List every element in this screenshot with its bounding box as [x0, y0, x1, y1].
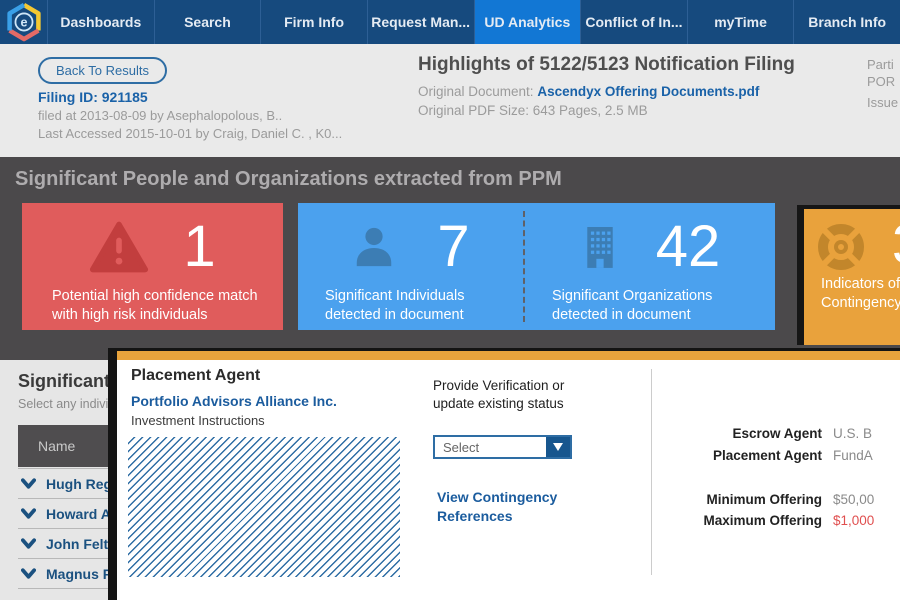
- tab-request-management[interactable]: Request Man...: [368, 0, 475, 44]
- card-top: 7: [298, 209, 523, 285]
- person-icon: [351, 224, 397, 270]
- band-title: Significant People and Organizations ext…: [15, 168, 562, 191]
- right-label-fragment: Issue: [867, 95, 898, 110]
- company-name-link[interactable]: Portfolio Advisors Alliance Inc.: [131, 393, 337, 409]
- filed-at-line: filed at 2013-08-09 by Asephalopolous, B…: [38, 108, 282, 123]
- select-arrow-button[interactable]: [546, 437, 570, 457]
- individuals-count: 7: [437, 218, 469, 276]
- view-contingency-references-link[interactable]: View Contingency References: [437, 488, 607, 526]
- original-document-line: Original Document: Ascendyx Offering Doc…: [418, 84, 759, 99]
- tab-dashboards[interactable]: Dashboards: [48, 0, 155, 44]
- tab-mytime[interactable]: myTime: [688, 0, 795, 44]
- pdf-size-line: Original PDF Size: 643 Pages, 2.5 MB: [418, 103, 648, 118]
- original-document-label: Original Document:: [418, 84, 534, 99]
- detail-value: FundA: [833, 448, 873, 463]
- chevron-down-icon[interactable]: [21, 478, 36, 489]
- card-top: 1: [22, 209, 283, 285]
- modal-title: Placement Agent: [131, 367, 260, 385]
- card-caption: Significant Organizations detected in do…: [552, 287, 775, 325]
- detail-value: $50,00: [833, 492, 874, 507]
- last-accessed-line: Last Accessed 2015-10-01 by Craig, Danie…: [38, 126, 342, 141]
- tab-search[interactable]: Search: [155, 0, 262, 44]
- detail-label: Escrow Agent: [622, 426, 822, 441]
- right-label-fragment: POR: [867, 74, 895, 89]
- tab-firm-info[interactable]: Firm Info: [261, 0, 368, 44]
- tab-label: UD Analytics: [484, 14, 570, 30]
- status-select-value: Select: [435, 437, 546, 457]
- tab-branch-info[interactable]: Branch Info: [794, 0, 900, 44]
- logo-letter: e: [20, 16, 27, 30]
- detail-label: Placement Agent: [622, 448, 822, 463]
- filing-header: Back To Results Filing ID: 921185 filed …: [0, 44, 900, 157]
- warning-triangle-icon: [89, 220, 149, 274]
- tab-ud-analytics[interactable]: UD Analytics: [475, 0, 582, 44]
- detail-row: Placement Agent FundA: [622, 448, 900, 463]
- card-caption: Potential high confidence match with hig…: [52, 287, 283, 325]
- person-name: John Feltn: [46, 536, 117, 552]
- detail-row: Maximum Offering $1,000: [622, 513, 900, 528]
- top-navbar: e Dashboards Search Firm Info Request Ma…: [0, 0, 900, 44]
- detail-row: Minimum Offering $50,00: [622, 492, 900, 507]
- tab-label: Request Man...: [371, 14, 470, 30]
- chevron-down-icon[interactable]: [21, 508, 36, 519]
- modal-divider: [651, 369, 652, 575]
- extraction-summary-band: Significant People and Organizations ext…: [0, 157, 900, 360]
- card-top: 42: [525, 209, 775, 285]
- caret-down-icon: [553, 443, 563, 451]
- tab-label: Search: [184, 14, 231, 30]
- card-caption: Indicators of Contingency: [821, 275, 900, 313]
- contingency-indicators-card[interactable]: 3 Indicators of Contingency: [797, 205, 900, 345]
- tab-conflict-of-interest[interactable]: Conflict of In...: [581, 0, 688, 44]
- building-icon: [580, 224, 620, 270]
- page-title: Highlights of 5122/5123 Notification Fil…: [418, 54, 795, 76]
- modal-accent-strip: [117, 351, 900, 360]
- tab-label: Dashboards: [60, 14, 141, 30]
- tab-label: Branch Info: [808, 14, 886, 30]
- back-to-results-button[interactable]: Back To Results: [38, 57, 167, 84]
- significant-individuals-card[interactable]: 7 Significant Individuals detected in do…: [298, 203, 523, 330]
- app-screen: e Dashboards Search Firm Info Request Ma…: [0, 0, 900, 600]
- high-risk-match-card[interactable]: 1 Potential high confidence match with h…: [22, 203, 283, 330]
- card-caption: Significant Individuals detected in docu…: [325, 287, 523, 325]
- significant-organizations-card[interactable]: 42 Significant Organizations detected in…: [525, 203, 775, 330]
- detail-value-alert: $1,000: [833, 513, 874, 528]
- filing-id: Filing ID: 921185: [38, 89, 148, 105]
- chevron-down-icon[interactable]: [21, 568, 36, 579]
- name-column-label: Name: [38, 438, 75, 454]
- detail-label: Minimum Offering: [622, 492, 822, 507]
- detail-row: Escrow Agent U.S. B: [622, 426, 900, 441]
- panel-subheading: Select any individ: [18, 397, 115, 411]
- status-select[interactable]: Select: [433, 435, 572, 459]
- tab-label: Conflict of In...: [585, 14, 682, 30]
- detail-label: Maximum Offering: [622, 513, 822, 528]
- original-document-link[interactable]: Ascendyx Offering Documents.pdf: [537, 84, 759, 99]
- detail-value: U.S. B: [833, 426, 872, 441]
- tab-label: Firm Info: [284, 14, 344, 30]
- panel-heading: Significant: [18, 371, 110, 392]
- app-logo[interactable]: e: [0, 0, 48, 44]
- right-label-fragment: Parti: [867, 57, 894, 72]
- person-name: Howard Al: [46, 506, 115, 522]
- verification-prompt: Provide Verification or update existing …: [433, 377, 595, 413]
- redacted-instructions-placeholder: [128, 437, 400, 577]
- high-risk-count: 1: [183, 218, 215, 276]
- contingency-count: 3: [892, 211, 900, 276]
- significant-detected-card: 7 Significant Individuals detected in do…: [298, 203, 775, 330]
- organizations-count: 42: [656, 218, 721, 276]
- life-ring-icon: [817, 223, 865, 271]
- chevron-down-icon[interactable]: [21, 538, 36, 549]
- placement-agent-modal: Placement Agent Portfolio Advisors Allia…: [108, 348, 900, 600]
- section-label: Investment Instructions: [131, 413, 265, 428]
- hexagon-logo-icon: e: [6, 2, 42, 42]
- tab-label: myTime: [714, 14, 767, 30]
